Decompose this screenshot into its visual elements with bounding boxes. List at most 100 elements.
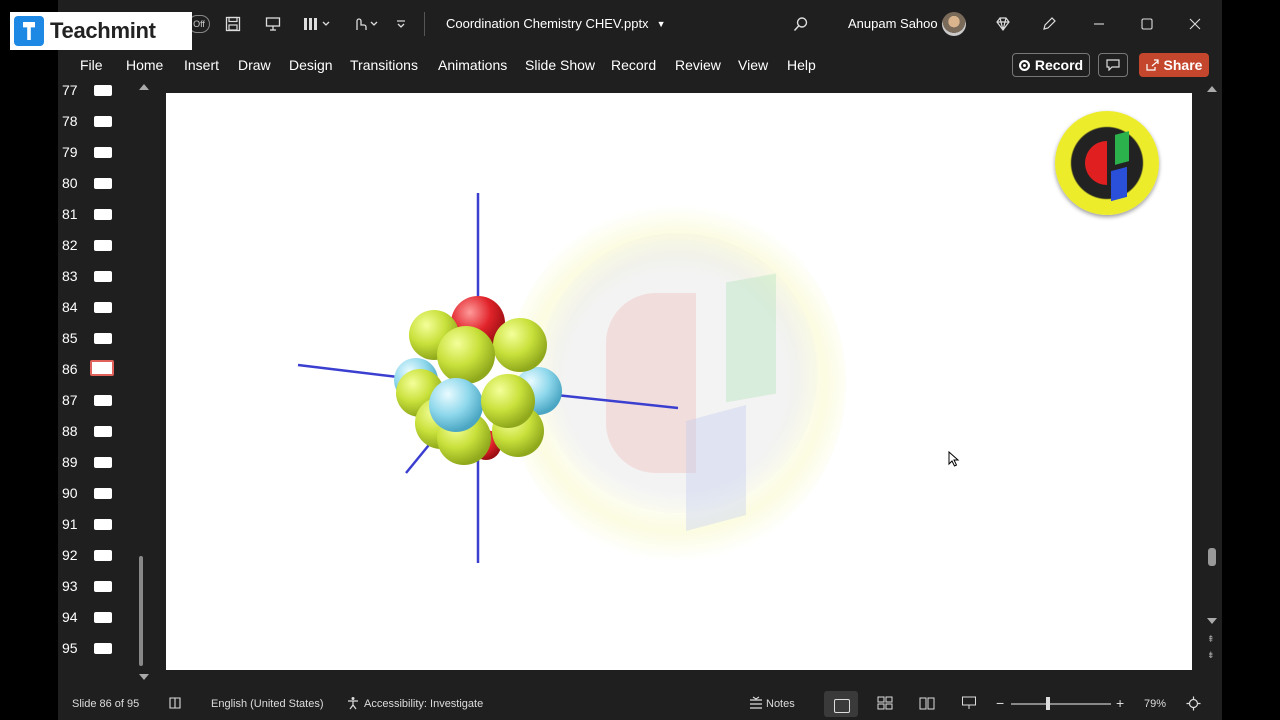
notes-icon[interactable] (748, 696, 764, 713)
thumbnail-number: 77 (62, 82, 78, 98)
notes-button[interactable]: Notes (766, 698, 795, 710)
thumbnail-88[interactable]: 88 (58, 423, 150, 454)
share-button-label: Share (1163, 57, 1203, 73)
accessibility-icon[interactable] (346, 696, 360, 713)
avatar[interactable] (942, 12, 966, 36)
thumbnail-95[interactable]: 95 (58, 640, 150, 671)
accessibility-status[interactable]: Accessibility: Investigate (364, 698, 483, 710)
thumbnail-86-selected[interactable]: 86 (58, 360, 150, 392)
tab-animations[interactable]: Animations (438, 57, 507, 73)
zoom-slider[interactable] (1011, 703, 1111, 705)
scroll-down-icon[interactable] (1207, 618, 1217, 624)
thumbnail-number: 79 (62, 144, 78, 160)
scrollbar-thumb[interactable] (139, 556, 143, 666)
zoom-in-icon[interactable]: + (1116, 695, 1124, 711)
present-from-start-icon[interactable] (262, 12, 284, 36)
previous-slide-icon[interactable]: ⇞ (1207, 634, 1215, 645)
share-button[interactable]: Share (1139, 53, 1209, 77)
document-title-text: Coordination Chemistry CHEV.pptx (446, 16, 649, 31)
comments-button[interactable] (1098, 53, 1128, 77)
tab-help[interactable]: Help (787, 57, 816, 73)
thumbnail-80[interactable]: 80 (58, 175, 150, 206)
maximize-icon[interactable] (1136, 12, 1158, 36)
thumbnail-number: 80 (62, 175, 78, 191)
slide-sorter-icon[interactable] (877, 696, 893, 710)
record-button[interactable]: Record (1012, 53, 1090, 77)
tab-home[interactable]: Home (126, 57, 163, 73)
thumbnail-92[interactable]: 92 (58, 547, 150, 578)
touch-mode-icon[interactable] (348, 12, 382, 36)
powerpoint-window: Off Coordination Chemistry CHEV.pptx ▼ A… (58, 0, 1222, 720)
tab-transitions[interactable]: Transitions (350, 57, 418, 73)
thumbnail-image (94, 85, 112, 96)
thumbnail-81[interactable]: 81 (58, 206, 150, 237)
search-icon[interactable] (790, 12, 812, 36)
tab-view[interactable]: View (738, 57, 768, 73)
channel-logo (1055, 111, 1159, 215)
zoom-level[interactable]: 79% (1144, 698, 1166, 710)
scrollbar-thumb[interactable] (1208, 548, 1216, 566)
thumbnail-image (94, 581, 112, 592)
coordination-complex-model (297, 193, 679, 563)
scroll-down-icon[interactable] (139, 674, 149, 680)
thumbnail-85[interactable]: 85 (58, 330, 150, 361)
minimize-icon[interactable] (1088, 12, 1110, 36)
logo-red-shape (1085, 141, 1107, 185)
thumbnail-number: 88 (62, 423, 78, 439)
logo-green-shape (1115, 131, 1129, 165)
fit-to-window-icon[interactable] (1186, 696, 1201, 714)
tab-design[interactable]: Design (289, 57, 333, 73)
thumbnail-78[interactable]: 78 (58, 113, 150, 144)
thumbnail-94[interactable]: 94 (58, 609, 150, 640)
thumbnail-scrollbar[interactable] (138, 82, 149, 682)
thumbnail-number: 84 (62, 299, 78, 315)
slide-scrollbar[interactable]: ⇞ ⇟ (1206, 82, 1218, 682)
thumbnail-number: 90 (62, 485, 78, 501)
save-icon[interactable] (222, 12, 244, 36)
thumbnail-90[interactable]: 90 (58, 485, 150, 516)
normal-view-button[interactable] (824, 691, 858, 717)
spell-check-icon[interactable] (168, 696, 182, 713)
thumbnail-79[interactable]: 79 (58, 144, 150, 175)
thumbnail-image (94, 240, 112, 251)
layout-dropdown-icon[interactable] (300, 12, 334, 36)
slide-canvas[interactable] (166, 93, 1192, 670)
zoom-out-icon[interactable]: − (996, 695, 1004, 711)
thumbnail-82[interactable]: 82 (58, 237, 150, 268)
thumbnail-89[interactable]: 89 (58, 454, 150, 485)
tab-insert[interactable]: Insert (184, 57, 219, 73)
thumbnail-77[interactable]: 77 (58, 82, 150, 113)
tab-file[interactable]: File (80, 57, 103, 73)
scroll-up-icon[interactable] (1207, 86, 1217, 92)
thumbnail-number: 82 (62, 237, 78, 253)
thumbnail-87[interactable]: 87 (58, 392, 150, 423)
next-slide-icon[interactable]: ⇟ (1207, 650, 1215, 661)
thumbnail-number: 89 (62, 454, 78, 470)
thumbnail-image (90, 360, 114, 376)
reading-view-icon[interactable] (919, 696, 935, 710)
thumbnail-number: 78 (62, 113, 78, 129)
zoom-slider-handle[interactable] (1046, 697, 1050, 710)
tab-record[interactable]: Record (611, 57, 656, 73)
thumbnail-image (94, 302, 112, 313)
share-icon (1145, 59, 1159, 71)
thumbnail-93[interactable]: 93 (58, 578, 150, 609)
thumbnail-84[interactable]: 84 (58, 299, 150, 330)
customize-toolbar-icon[interactable] (392, 12, 410, 36)
language-indicator[interactable]: English (United States) (211, 698, 324, 710)
record-dot-icon (1018, 59, 1030, 71)
thumbnail-91[interactable]: 91 (58, 516, 150, 547)
tab-draw[interactable]: Draw (238, 57, 271, 73)
close-icon[interactable] (1184, 12, 1206, 36)
title-bar: Off Coordination Chemistry CHEV.pptx ▼ A… (58, 0, 1222, 48)
tab-review[interactable]: Review (675, 57, 721, 73)
scroll-up-icon[interactable] (139, 84, 149, 90)
document-title[interactable]: Coordination Chemistry CHEV.pptx ▼ (446, 16, 665, 31)
slideshow-view-icon[interactable] (961, 696, 977, 710)
thumbnail-image (94, 612, 112, 623)
pen-icon[interactable] (1038, 12, 1060, 36)
thumbnail-83[interactable]: 83 (58, 268, 150, 299)
premium-diamond-icon[interactable] (992, 12, 1014, 36)
thumbnail-number: 81 (62, 206, 78, 222)
tab-slide-show[interactable]: Slide Show (525, 57, 595, 73)
